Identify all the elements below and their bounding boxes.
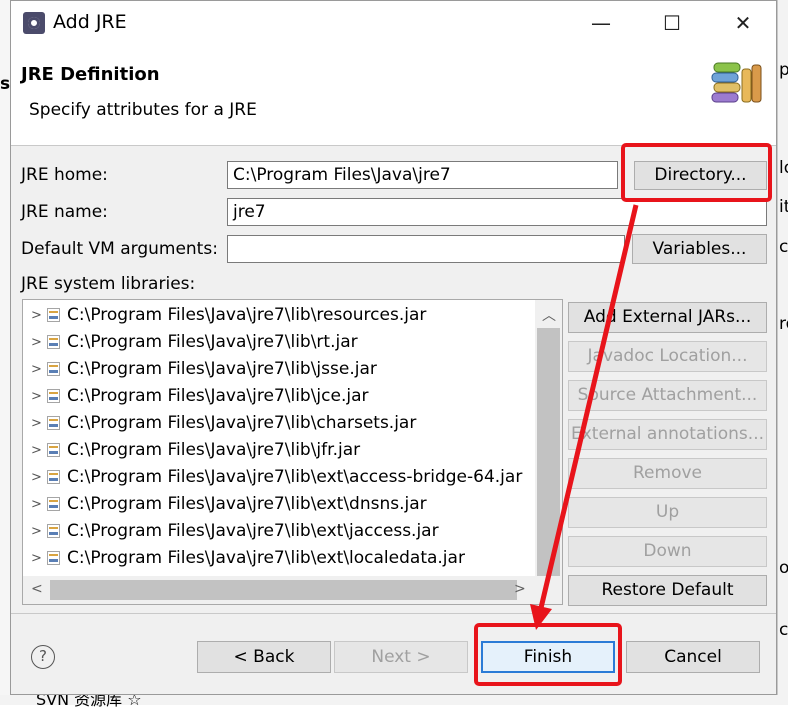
expand-chevron-icon[interactable]: > <box>31 302 42 329</box>
directory-button[interactable]: Directory... <box>634 161 767 190</box>
background-text-fragment: op <box>779 558 788 578</box>
jre-name-input[interactable]: jre7 <box>227 198 767 226</box>
finish-button[interactable]: Finish <box>481 641 615 673</box>
source-attachment-button[interactable]: Source Attachment... <box>568 380 767 411</box>
expand-chevron-icon[interactable]: > <box>31 545 42 572</box>
jre-home-label: JRE home: <box>21 165 108 185</box>
library-path: C:\Program Files\Java\jre7\lib\charsets.… <box>67 413 417 433</box>
wizard-header: JRE Definition Specify attributes for a … <box>11 45 776 146</box>
library-path: C:\Program Files\Java\jre7\lib\jce.jar <box>67 386 369 406</box>
background-text-fragment: lo <box>779 158 788 178</box>
up-button[interactable]: Up <box>568 497 767 528</box>
expand-chevron-icon[interactable]: > <box>31 464 42 491</box>
library-path: C:\Program Files\Java\jre7\lib\ext\jacce… <box>67 521 439 541</box>
horizontal-scrollbar[interactable]: < > <box>23 576 562 604</box>
remove-button[interactable]: Remove <box>568 458 767 489</box>
external-annotations-button[interactable]: External annotations... <box>568 419 767 450</box>
vm-arguments-input[interactable] <box>227 235 625 263</box>
maximize-button[interactable]: ☐ <box>648 7 696 39</box>
down-button[interactable]: Down <box>568 536 767 567</box>
minimize-button[interactable]: — <box>577 7 625 39</box>
expand-chevron-icon[interactable]: > <box>31 491 42 518</box>
page-description: Specify attributes for a JRE <box>29 100 257 120</box>
library-books-icon <box>711 62 762 103</box>
background-text-fragment: s <box>0 74 11 94</box>
jar-file-icon <box>47 362 60 376</box>
background-text-fragment: ro <box>779 314 788 334</box>
library-path: C:\Program Files\Java\jre7\lib\jfr.jar <box>67 440 361 460</box>
back-button[interactable]: < Back <box>197 641 331 673</box>
jar-file-icon <box>47 443 60 457</box>
jre-home-input[interactable]: C:\Program Files\Java\jre7 <box>227 161 618 189</box>
jar-file-icon <box>47 524 60 538</box>
library-path: C:\Program Files\Java\jre7\lib\ext\dnsns… <box>67 494 427 514</box>
jre-name-label: JRE name: <box>21 202 108 222</box>
expand-chevron-icon[interactable]: > <box>31 356 42 383</box>
page-title: JRE Definition <box>21 64 160 85</box>
title-bar: Add JRE — ☐ ✕ <box>11 1 776 45</box>
add-external-jars-button[interactable]: Add External JARs... <box>568 302 767 333</box>
library-path: C:\Program Files\Java\jre7\lib\rt.jar <box>67 332 358 352</box>
jar-file-icon <box>47 551 60 565</box>
background-right-panel: pa lo it c ro op ce <box>777 0 788 705</box>
restore-default-button[interactable]: Restore Default <box>568 575 767 606</box>
library-path: C:\Program Files\Java\jre7\lib\ext\local… <box>67 548 465 568</box>
vm-arguments-label: Default VM arguments: <box>21 239 218 259</box>
scroll-up-arrow-icon[interactable]: ︿ <box>542 305 556 325</box>
cancel-button[interactable]: Cancel <box>626 641 760 673</box>
vertical-scrollbar[interactable]: ︿ <box>535 300 562 576</box>
expand-chevron-icon[interactable]: > <box>31 383 42 410</box>
library-path: C:\Program Files\Java\jre7\lib\ext\acces… <box>67 467 523 487</box>
jar-file-icon <box>47 389 60 403</box>
close-button[interactable]: ✕ <box>719 7 767 39</box>
variables-button[interactable]: Variables... <box>632 234 767 264</box>
javadoc-location-button[interactable]: Javadoc Location... <box>568 341 767 372</box>
add-jre-dialog: Add JRE — ☐ ✕ JRE Definition Specify att… <box>10 0 777 695</box>
library-path: C:\Program Files\Java\jre7\lib\resources… <box>67 305 427 325</box>
expand-chevron-icon[interactable]: > <box>31 329 42 356</box>
background-text-fragment: c <box>779 237 788 257</box>
jar-file-icon <box>47 416 60 430</box>
expand-chevron-icon[interactable]: > <box>31 518 42 545</box>
jar-file-icon <box>47 470 60 484</box>
jre-libraries-list[interactable]: > C:\Program Files\Java\jre7\lib\resource… <box>22 299 563 605</box>
expand-chevron-icon[interactable]: > <box>31 410 42 437</box>
system-libraries-label: JRE system libraries: <box>21 274 196 294</box>
jar-file-icon <box>47 308 60 322</box>
help-icon[interactable]: ? <box>31 645 55 669</box>
jar-file-icon <box>47 335 60 349</box>
horizontal-scroll-thumb[interactable] <box>50 580 517 600</box>
background-text-fragment: it <box>779 197 788 217</box>
next-button[interactable]: Next > <box>334 641 468 673</box>
vertical-scroll-thumb[interactable] <box>537 328 560 576</box>
eclipse-app-icon <box>23 12 45 34</box>
background-text-fragment: ce <box>779 620 788 640</box>
footer-separator <box>11 613 776 614</box>
scroll-right-arrow-icon[interactable]: > <box>514 581 526 597</box>
background-text-fragment: pa <box>779 60 788 80</box>
jar-file-icon <box>47 497 60 511</box>
scroll-left-arrow-icon[interactable]: < <box>31 581 43 597</box>
window-title: Add JRE <box>53 11 127 33</box>
expand-chevron-icon[interactable]: > <box>31 437 42 464</box>
library-path: C:\Program Files\Java\jre7\lib\jsse.jar <box>67 359 377 379</box>
